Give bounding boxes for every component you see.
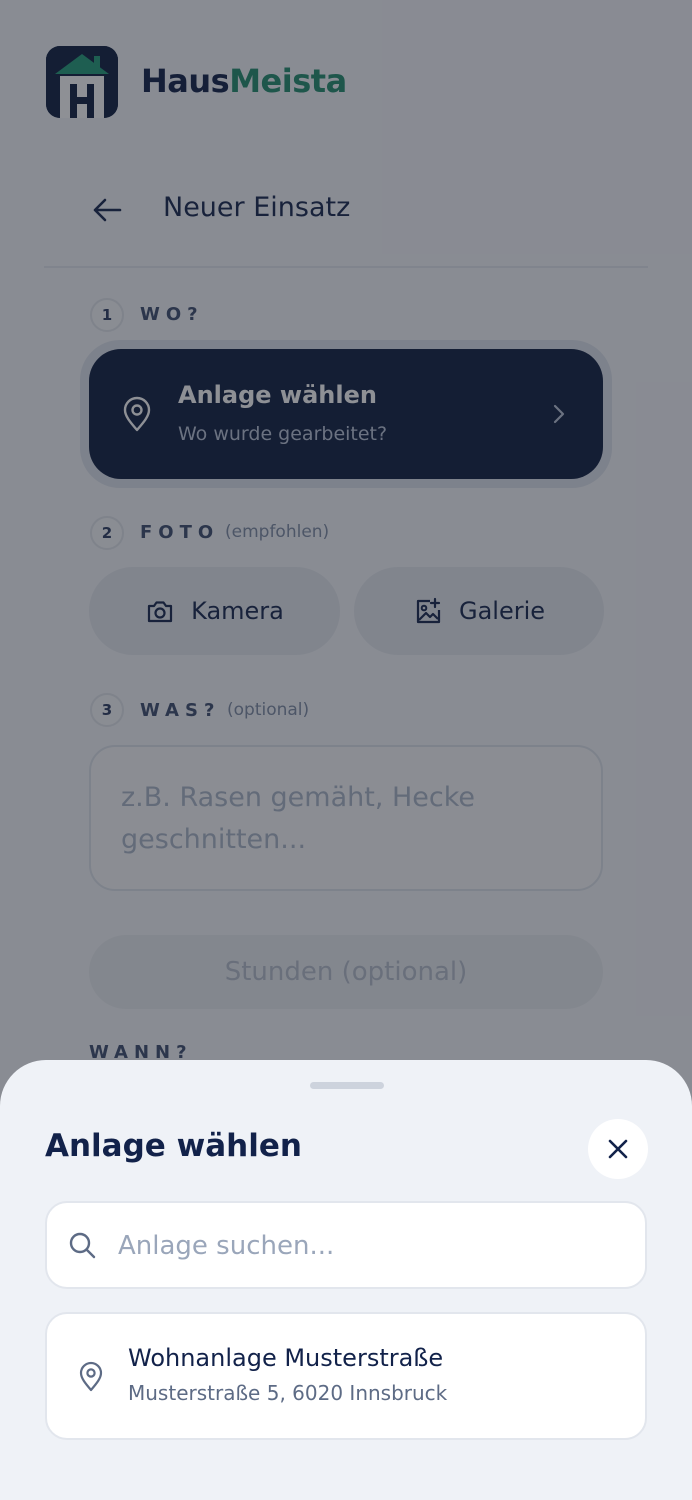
sheet-title: Anlage wählen	[45, 1128, 302, 1164]
list-item[interactable]	[45, 1312, 647, 1440]
location-pin-icon	[79, 1361, 103, 1392]
close-icon	[608, 1139, 628, 1159]
result-address: Musterstraße 5, 6020 Innsbruck	[128, 1381, 448, 1405]
search-input[interactable]	[118, 1222, 618, 1270]
sheet-drag-handle[interactable]	[310, 1082, 384, 1089]
search-icon	[69, 1232, 96, 1259]
close-button[interactable]	[588, 1119, 648, 1179]
result-name: Wohnanlage Musterstraße	[128, 1344, 444, 1372]
